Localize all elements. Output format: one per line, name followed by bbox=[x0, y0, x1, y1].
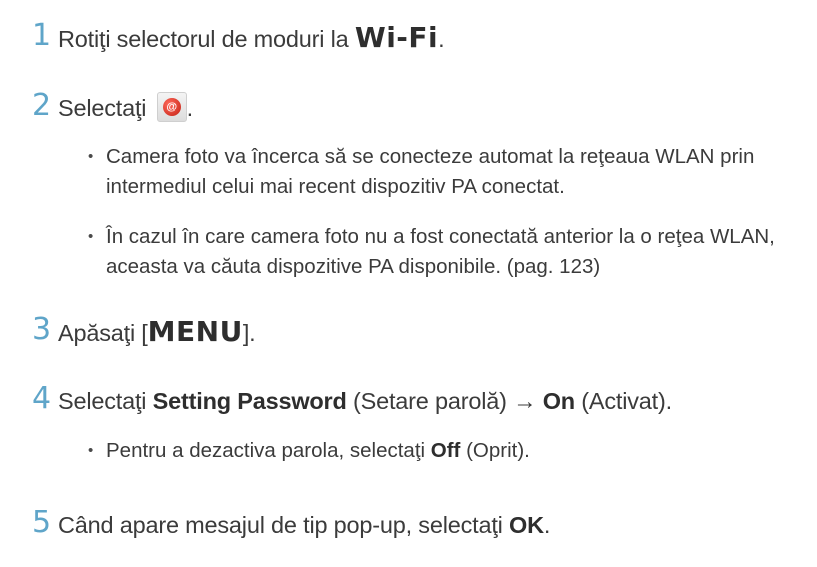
step-4: 4 Selectaţi Setting Password (Setare par… bbox=[0, 379, 817, 423]
step-text-part: (Activat). bbox=[574, 388, 672, 414]
step-text-part: Selectaţi bbox=[58, 95, 153, 121]
step-text: Când apare mesajul de tip pop-up, select… bbox=[58, 509, 809, 541]
step-text-part: . bbox=[186, 95, 194, 121]
on-option-label: On bbox=[542, 388, 575, 414]
email-icon: @ bbox=[156, 92, 187, 122]
step-text-part: Selectaţi bbox=[58, 388, 153, 414]
bullet-text-part: Pentru a dezactiva parola, selectaţi bbox=[106, 439, 431, 462]
list-item: • În cazul în care camera foto nu a fost… bbox=[88, 222, 811, 284]
bullet-text: Camera foto va încerca să se conecteze a… bbox=[106, 145, 755, 198]
mode-wifi-label: Wi-Fi bbox=[354, 21, 439, 54]
off-option-label: Off bbox=[430, 439, 461, 462]
step-text-part: Când apare mesajul de tip pop-up, select… bbox=[58, 512, 510, 538]
step-text-part: (Setare parolă) → bbox=[346, 388, 543, 414]
step-text-part: . bbox=[438, 26, 445, 52]
step-2: 2 Selectaţi @. bbox=[0, 86, 817, 130]
step-text: Rotiţi selectorul de moduri la Wi-Fi. bbox=[58, 22, 809, 55]
step-text-part: Rotiţi selectorul de moduri la bbox=[58, 26, 355, 52]
step-text: Selectaţi @. bbox=[58, 92, 809, 124]
bullet-text-part: (Oprit). bbox=[460, 439, 530, 462]
step-text-part: . bbox=[543, 512, 551, 538]
bullet-text: Pentru a dezactiva parola, selectaţi Off… bbox=[106, 436, 811, 466]
bullet-text: În cazul în care camera foto nu a fost c… bbox=[106, 225, 775, 278]
step-5: 5 Când apare mesajul de tip pop-up, sele… bbox=[0, 503, 817, 547]
list-item: • Camera foto va încerca să se conecteze… bbox=[88, 142, 811, 204]
step-3: 3 Apăsaţi [MENU]. bbox=[0, 310, 817, 354]
step-text: Selectaţi Setting Password (Setare parol… bbox=[58, 385, 809, 417]
email-icon-glyph: @ bbox=[162, 98, 181, 116]
list-item: • Pentru a dezactiva parola, selectaţi O… bbox=[88, 436, 811, 468]
bullet-dot: • bbox=[88, 442, 94, 459]
step-text-part: ]. bbox=[242, 320, 256, 346]
step-1: 1 Rotiţi selectorul de moduri la Wi-Fi. bbox=[0, 16, 817, 60]
bullet-dot: • bbox=[88, 148, 94, 165]
step-text: Apăsaţi [MENU]. bbox=[58, 316, 809, 349]
setting-password-label: Setting Password bbox=[152, 388, 347, 414]
step-text-part: Apăsaţi [ bbox=[58, 320, 148, 346]
bullet-dot: • bbox=[88, 228, 94, 245]
menu-button-label: MENU bbox=[147, 315, 243, 348]
ok-option-label: OK bbox=[509, 512, 544, 538]
